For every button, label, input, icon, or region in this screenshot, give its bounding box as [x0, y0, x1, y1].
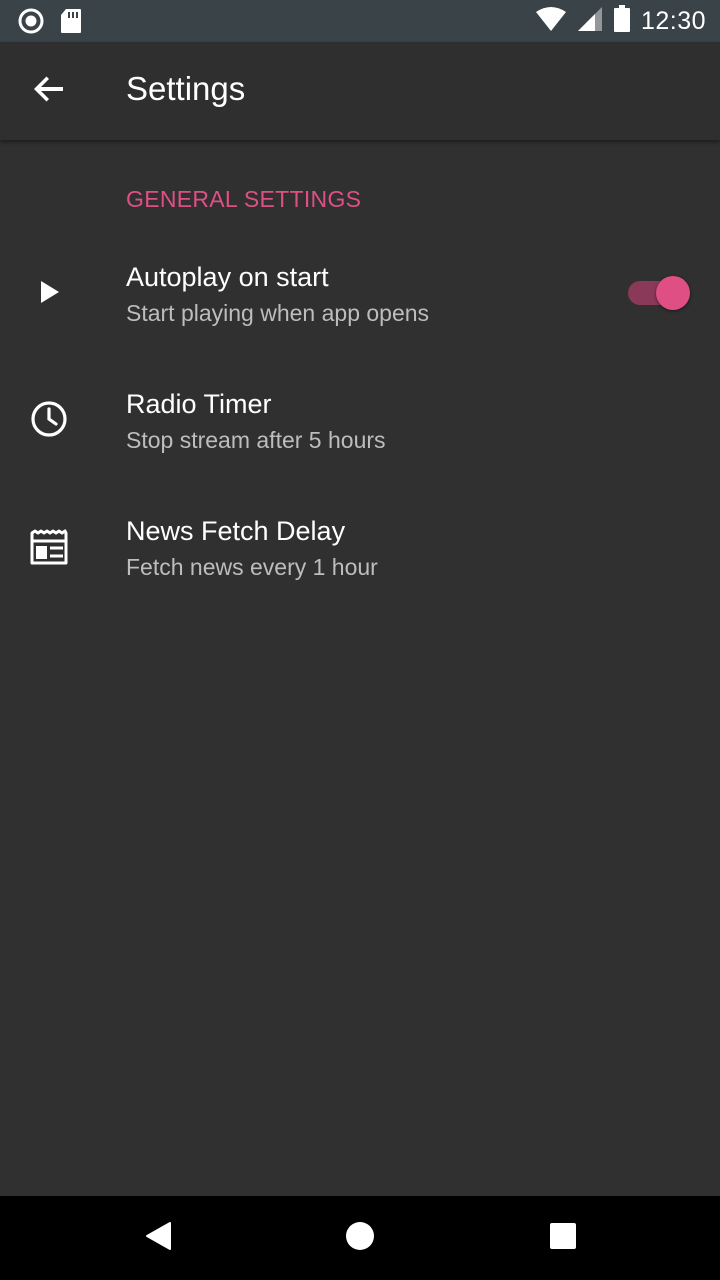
clock-icon: [24, 394, 74, 444]
navigation-bar: [0, 1196, 720, 1280]
settings-list: GENERAL SETTINGS Autoplay on start Start…: [0, 140, 720, 1196]
pref-summary: Start playing when app opens: [126, 300, 430, 326]
status-bar: 12:30: [0, 0, 720, 42]
app-bar: Settings: [0, 42, 720, 140]
pref-title: News Fetch Delay: [126, 516, 346, 546]
record-icon: [18, 8, 44, 39]
pref-radio-timer[interactable]: Radio Timer Stop stream after 5 hours: [0, 356, 720, 482]
section-header: GENERAL SETTINGS: [126, 186, 362, 212]
sd-card-icon: [60, 8, 82, 39]
pref-news-fetch-delay[interactable]: News Fetch Delay Fetch news every 1 hour: [0, 484, 720, 610]
pref-autoplay[interactable]: Autoplay on start Start playing when app…: [0, 230, 720, 356]
status-right-icons: 12:30: [535, 0, 706, 42]
back-triangle-icon: [144, 1221, 172, 1256]
news-icon: [24, 522, 74, 572]
switch-thumb: [656, 276, 690, 310]
pref-title: Autoplay on start: [126, 262, 329, 292]
wifi-icon: [535, 6, 567, 37]
nav-recents-button[interactable]: [535, 1210, 591, 1266]
pref-summary: Fetch news every 1 hour: [126, 554, 378, 580]
back-button[interactable]: [20, 62, 78, 120]
recents-square-icon: [549, 1222, 577, 1255]
status-left-icons: [18, 8, 82, 39]
nav-back-button[interactable]: [130, 1210, 186, 1266]
cell-signal-icon: [577, 6, 603, 37]
page-title: Settings: [126, 70, 246, 107]
status-clock: 12:30: [640, 6, 706, 35]
pref-title: Radio Timer: [126, 389, 272, 419]
play-icon: [24, 267, 74, 317]
battery-icon: [613, 4, 631, 38]
home-circle-icon: [345, 1221, 375, 1256]
pref-summary: Stop stream after 5 hours: [126, 427, 386, 453]
nav-home-button[interactable]: [332, 1210, 388, 1266]
autoplay-toggle[interactable]: [628, 276, 690, 310]
arrow-back-icon: [33, 73, 65, 110]
settings-screen: 12:30 Settings GENERAL SETTINGS Autoplay…: [0, 0, 720, 1280]
